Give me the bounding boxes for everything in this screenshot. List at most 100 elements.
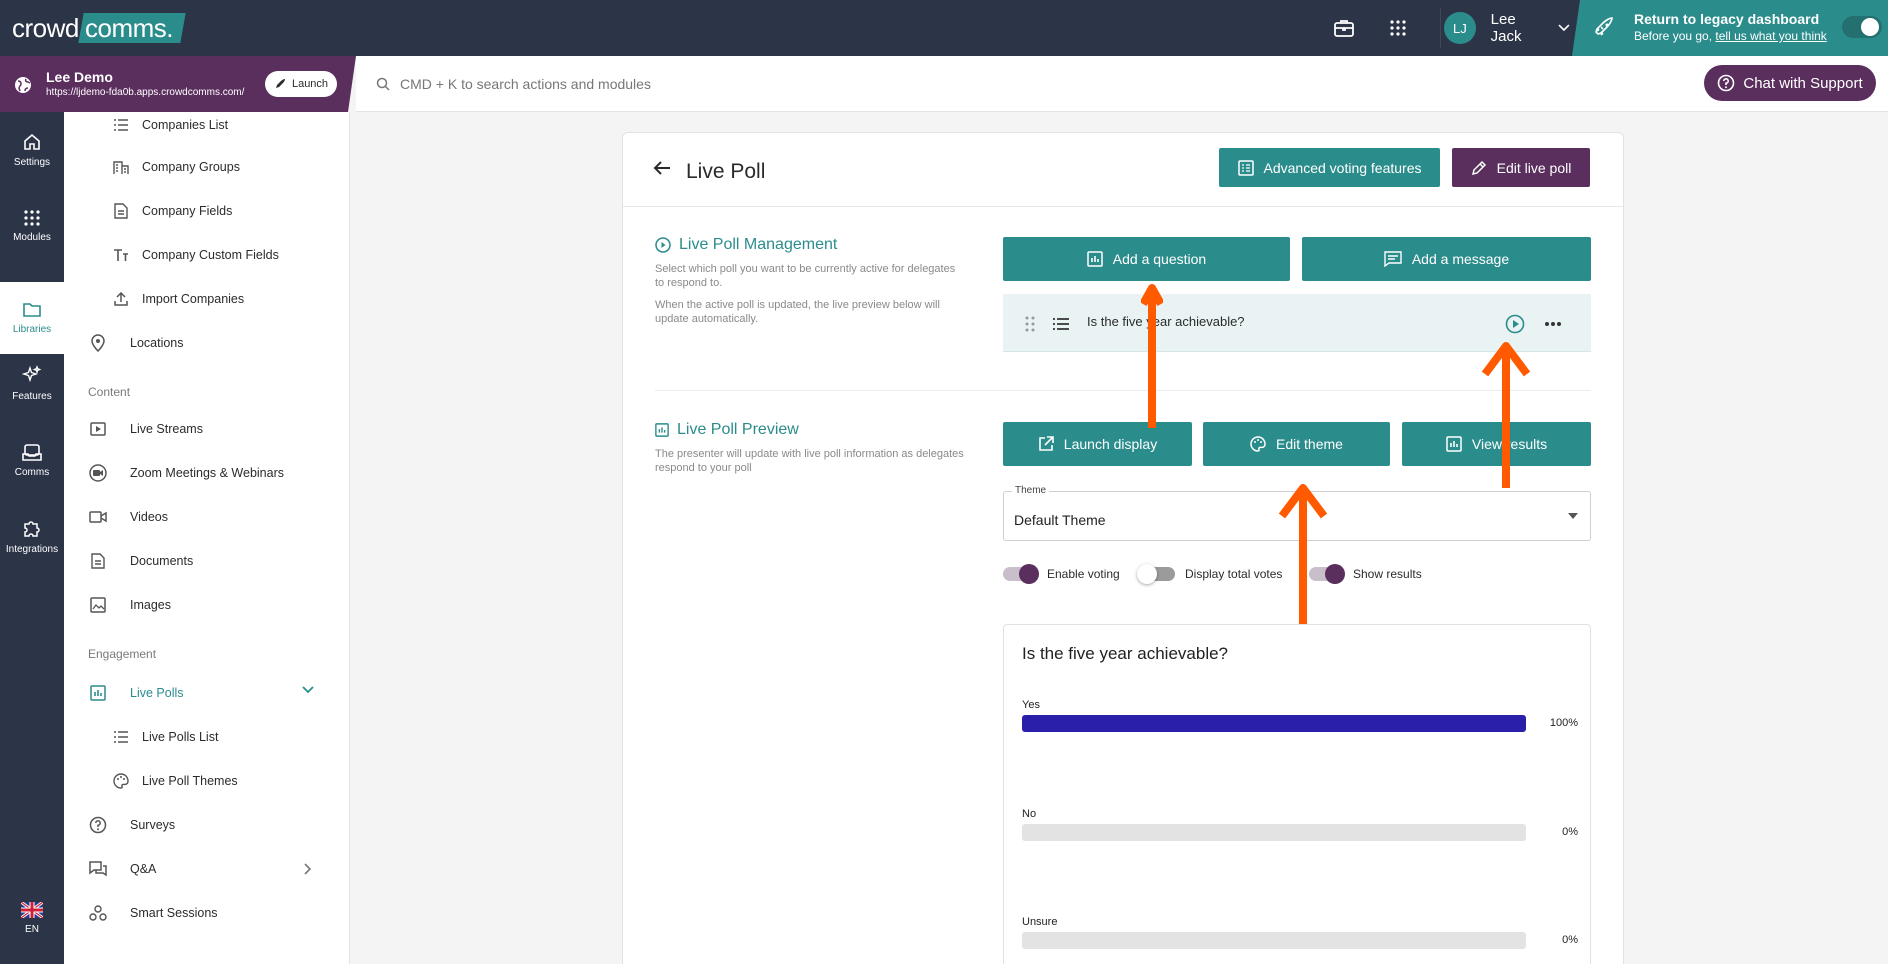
sidebar-item-import-companies[interactable]: Import Companies (64, 284, 349, 314)
toggle-track (1309, 564, 1345, 584)
option-bar-fill (1022, 715, 1526, 732)
rail-item-modules[interactable]: Modules (0, 191, 64, 261)
live-poll-card: Live Poll Advanced voting features Edit … (622, 132, 1624, 964)
management-description-2: When the active poll is updated, the liv… (655, 299, 940, 325)
sidebar-item-images[interactable]: Images (64, 590, 349, 620)
user-name: Lee Jack (1490, 11, 1522, 45)
sidebar-item-live-streams[interactable]: Live Streams (64, 414, 349, 444)
toggle-knob (1019, 564, 1039, 584)
event-bar: Lee Demo https://ljdemo-fda0b.apps.crowd… (0, 56, 356, 112)
sparkle-icon (22, 364, 42, 382)
zoom-camera-icon (89, 464, 107, 482)
sidebar-item-company-custom-fields[interactable]: Company Custom Fields (64, 240, 349, 270)
drag-handle-icon[interactable] (1025, 316, 1035, 332)
sidebar-item-surveys[interactable]: Surveys (64, 810, 349, 840)
uk-flag-icon (20, 900, 44, 920)
sidebar-item-qa[interactable]: Q&A (64, 854, 349, 884)
sidebar-item-label: Videos (130, 510, 168, 524)
option-label-unsure: Unsure (1022, 916, 1058, 928)
legacy-title: Return to legacy dashboard (1634, 11, 1820, 27)
poll-question-text: Is the five year achievable? (1087, 314, 1245, 329)
rail-label-features: Features (12, 390, 52, 402)
message-icon (1384, 251, 1402, 267)
rail-item-settings[interactable]: Settings (0, 115, 64, 185)
option-label-no: No (1022, 808, 1037, 820)
briefcase-icon[interactable] (1332, 16, 1356, 40)
rail-item-comms[interactable]: Comms (0, 421, 64, 499)
rail-label-comms: Comms (14, 466, 50, 478)
sidebar-item-live-polls[interactable]: Live Polls (64, 678, 349, 708)
dropdown-caret-icon (1568, 513, 1578, 519)
text-type-icon (112, 246, 130, 264)
rail-item-features[interactable]: Features (0, 343, 64, 423)
language-switcher[interactable]: EN (0, 900, 64, 935)
preview-title: Live Poll Preview (677, 421, 799, 438)
preview-question: Is the five year achievable? (1022, 644, 1229, 663)
sidebar-item-company-fields[interactable]: Company Fields (64, 196, 349, 226)
toggle-track (1003, 564, 1039, 584)
active-poll-row[interactable]: Is the five year achievable? (1003, 294, 1591, 352)
crowdcomms-logo[interactable]: crowd comms. (12, 12, 186, 44)
option-bar-yes (1022, 715, 1526, 732)
theme-select[interactable]: Theme Default Theme (1003, 485, 1591, 541)
image-icon (89, 596, 107, 614)
option-percent-no: 0% (1562, 826, 1578, 838)
preview-description: The presenter will update with live poll… (655, 448, 964, 474)
edit-theme-button[interactable]: Edit theme (1203, 422, 1390, 466)
sidebar-item-zoom-meetings[interactable]: Zoom Meetings & Webinars (64, 458, 349, 488)
sidebar-item-smart-sessions[interactable]: Smart Sessions (64, 898, 349, 928)
sidebar-item-documents[interactable]: Documents (64, 546, 349, 576)
show-results-toggle[interactable]: Show results (1309, 564, 1422, 584)
sidebar-item-label: Live Polls (130, 686, 184, 700)
legacy-dashboard-banner[interactable]: Return to legacy dashboard Before you go… (1572, 0, 1888, 56)
add-question-label: Add a question (1112, 251, 1207, 267)
chat-support-label: Chat with Support (1743, 74, 1863, 92)
sidebar-item-label: Live Poll Themes (142, 774, 238, 788)
section-divider (655, 390, 1591, 391)
chevron-down-icon (1558, 24, 1570, 32)
advanced-voting-button[interactable]: Advanced voting features (1219, 148, 1440, 187)
add-message-label: Add a message (1411, 251, 1510, 267)
launch-display-label: Launch display (1063, 436, 1158, 452)
upload-icon (112, 290, 130, 308)
edit-live-poll-button[interactable]: Edit live poll (1452, 148, 1590, 187)
poll-chart-icon (89, 684, 107, 702)
sidebar-item-label: Company Groups (142, 160, 240, 174)
sidebar-item-live-poll-themes[interactable]: Live Poll Themes (64, 766, 349, 796)
more-options-icon[interactable] (1544, 321, 1562, 327)
legacy-toggle[interactable] (1842, 16, 1882, 38)
chat-support-button[interactable]: Chat with Support (1704, 65, 1876, 101)
sidebar-item-company-groups[interactable]: Company Groups (64, 152, 349, 182)
sidebar-item-label: Documents (130, 554, 194, 568)
enable-voting-toggle[interactable]: Enable voting (1003, 564, 1120, 584)
rail-item-integrations[interactable]: Integrations (0, 497, 64, 575)
chevron-right-icon[interactable] (304, 863, 312, 875)
chat-bubbles-icon (89, 860, 107, 878)
sidebar-item-videos[interactable]: Videos (64, 502, 349, 532)
play-circle-icon[interactable] (1505, 314, 1525, 334)
launch-button[interactable]: Launch (265, 71, 337, 97)
feedback-link[interactable]: tell us what you think (1715, 29, 1826, 43)
user-menu[interactable]: LJ Lee Jack (1440, 8, 1570, 48)
search-input[interactable]: CMD + K to search actions and modules (400, 76, 651, 92)
option-bar-no (1022, 824, 1526, 841)
add-question-button[interactable]: Add a question (1003, 237, 1290, 281)
add-message-button[interactable]: Add a message (1302, 237, 1591, 281)
launch-display-button[interactable]: Launch display (1003, 422, 1192, 466)
sidebar-item-label: Images (130, 598, 171, 612)
play-box-icon (89, 420, 107, 438)
poll-chart-icon (655, 423, 669, 437)
display-total-votes-toggle[interactable]: Display total votes (1137, 564, 1282, 584)
management-title: Live Poll Management (679, 236, 838, 253)
back-arrow-icon[interactable] (653, 160, 671, 176)
view-results-button[interactable]: View results (1402, 422, 1591, 466)
sidebar-item-live-polls-list[interactable]: Live Polls List (64, 722, 349, 752)
apps-grid-icon[interactable] (1386, 16, 1410, 40)
pencil-icon (1471, 160, 1486, 175)
sidebar-item-companies-list[interactable]: Companies List (64, 112, 349, 140)
event-url[interactable]: https://ljdemo-fda0b.apps.crowdcomms.com… (46, 87, 244, 98)
toggle-track (1137, 564, 1175, 584)
chevron-down-icon[interactable] (302, 686, 314, 694)
search-bar[interactable]: CMD + K to search actions and modules (356, 56, 1888, 112)
sidebar-item-locations[interactable]: Locations (64, 328, 349, 358)
